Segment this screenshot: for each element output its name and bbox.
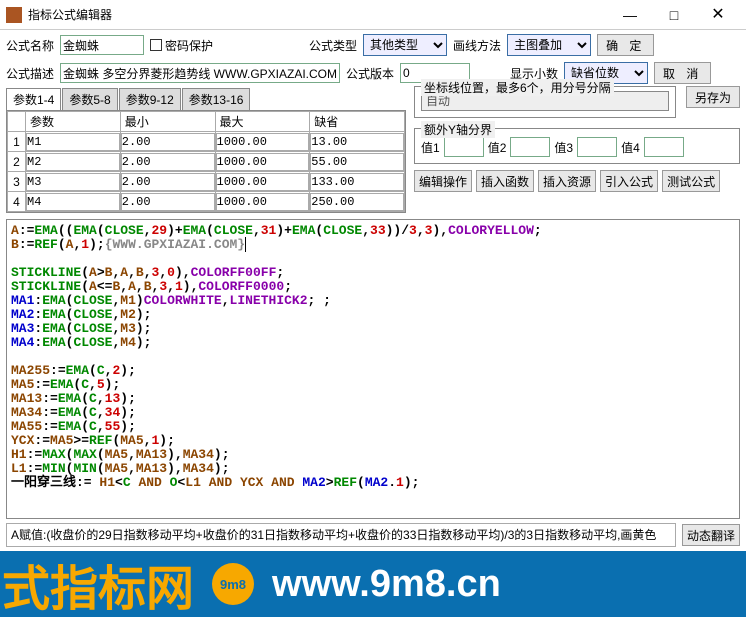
table-row: 4	[8, 192, 405, 212]
table-row: 1	[8, 132, 405, 152]
table-row: 3	[8, 172, 405, 192]
param-table: 参数 最小 最大 缺省 1 2 3 4	[6, 111, 406, 213]
v1-input[interactable]	[444, 137, 484, 157]
extra-y-legend: 额外Y轴分界	[421, 121, 495, 138]
banner-left: 式指标网	[2, 551, 194, 617]
p1-min[interactable]	[121, 133, 215, 151]
col-param: 参数	[26, 112, 121, 132]
p2-def[interactable]	[310, 153, 404, 171]
v4-input[interactable]	[644, 137, 684, 157]
saveas-button[interactable]: 另存为	[686, 86, 740, 108]
p2-name[interactable]	[26, 153, 120, 171]
action-buttons: 编辑操作 插入函数 插入资源 引入公式 测试公式	[414, 170, 740, 192]
p4-min[interactable]	[121, 193, 215, 211]
tab-params-9-12[interactable]: 参数9-12	[119, 88, 181, 110]
row-name: 公式名称 密码保护 公式类型 其他类型 画线方法 主图叠加 确 定	[0, 30, 746, 58]
minimize-button[interactable]: —	[608, 3, 652, 27]
banner-url: www.9m8.cn	[272, 563, 501, 606]
p4-max[interactable]	[216, 193, 310, 211]
label-type: 公式类型	[309, 37, 357, 54]
label-draw: 画线方法	[453, 37, 501, 54]
label-desc: 公式描述	[6, 65, 54, 82]
p4-def[interactable]	[310, 193, 404, 211]
checkbox-icon	[150, 39, 162, 51]
editop-button[interactable]: 编辑操作	[414, 170, 472, 192]
coord-fieldset: 坐标线位置，最多6个，用分号分隔 自动	[414, 86, 676, 118]
table-row: 2	[8, 152, 405, 172]
name-input[interactable]	[60, 35, 144, 55]
label-v4: 值4	[621, 139, 640, 156]
label-v1: 值1	[421, 139, 440, 156]
banner-logo-icon: 9m8	[212, 563, 254, 605]
p4-name[interactable]	[26, 193, 120, 211]
p1-max[interactable]	[216, 133, 310, 151]
label-ver: 公式版本	[346, 65, 394, 82]
window-title: 指标公式编辑器	[28, 6, 608, 23]
param-tabs: 参数1-4 参数5-8 参数9-12 参数13-16	[6, 88, 406, 111]
type-select[interactable]: 其他类型	[363, 34, 447, 56]
insfn-button[interactable]: 插入函数	[476, 170, 534, 192]
app-icon	[6, 7, 22, 23]
close-button[interactable]: ✕	[696, 3, 740, 27]
row-desc: 公式描述 公式版本 显示小数 缺省位数 取 消	[0, 58, 746, 86]
tab-params-13-16[interactable]: 参数13-16	[182, 88, 251, 110]
desc-input[interactable]	[60, 63, 340, 83]
label-v2: 值2	[488, 139, 507, 156]
maximize-button[interactable]: □	[652, 3, 696, 27]
import-button[interactable]: 引入公式	[600, 170, 658, 192]
p3-max[interactable]	[216, 173, 310, 191]
draw-select[interactable]: 主图叠加	[507, 34, 591, 56]
coord-legend: 坐标线位置，最多6个，用分号分隔	[421, 79, 614, 96]
status-row: A赋值:(收盘价的29日指数移动平均+收盘价的31日指数移动平均+收盘价的33日…	[0, 519, 746, 551]
footer-banner: 式指标网 9m8 www.9m8.cn	[0, 551, 746, 617]
ok-button[interactable]: 确 定	[597, 34, 654, 56]
label-name: 公式名称	[6, 37, 54, 54]
col-max: 最大	[215, 112, 310, 132]
col-min: 最小	[120, 112, 215, 132]
extra-y-fieldset: 额外Y轴分界 值1 值2 值3 值4	[414, 128, 740, 164]
insres-button[interactable]: 插入资源	[538, 170, 596, 192]
cancel-button[interactable]: 取 消	[654, 62, 711, 84]
test-button[interactable]: 测试公式	[662, 170, 720, 192]
titlebar: 指标公式编辑器 — □ ✕	[0, 0, 746, 30]
p1-name[interactable]	[26, 133, 120, 151]
p2-max[interactable]	[216, 153, 310, 171]
v2-input[interactable]	[510, 137, 550, 157]
tab-params-5-8[interactable]: 参数5-8	[62, 88, 117, 110]
p1-def[interactable]	[310, 133, 404, 151]
v3-input[interactable]	[577, 137, 617, 157]
code-editor[interactable]: A:=EMA((EMA(CLOSE,29)+EMA(CLOSE,31)+EMA(…	[6, 219, 740, 519]
pwd-checkbox[interactable]: 密码保护	[150, 37, 213, 54]
p3-def[interactable]	[310, 173, 404, 191]
p3-min[interactable]	[121, 173, 215, 191]
p2-min[interactable]	[121, 153, 215, 171]
tab-params-1-4[interactable]: 参数1-4	[6, 88, 61, 110]
p3-name[interactable]	[26, 173, 120, 191]
pwd-label: 密码保护	[165, 37, 213, 54]
autotr-button[interactable]: 动态翻译	[682, 524, 740, 546]
status-text: A赋值:(收盘价的29日指数移动平均+收盘价的31日指数移动平均+收盘价的33日…	[6, 523, 676, 547]
label-v3: 值3	[554, 139, 573, 156]
col-def: 缺省	[310, 112, 405, 132]
